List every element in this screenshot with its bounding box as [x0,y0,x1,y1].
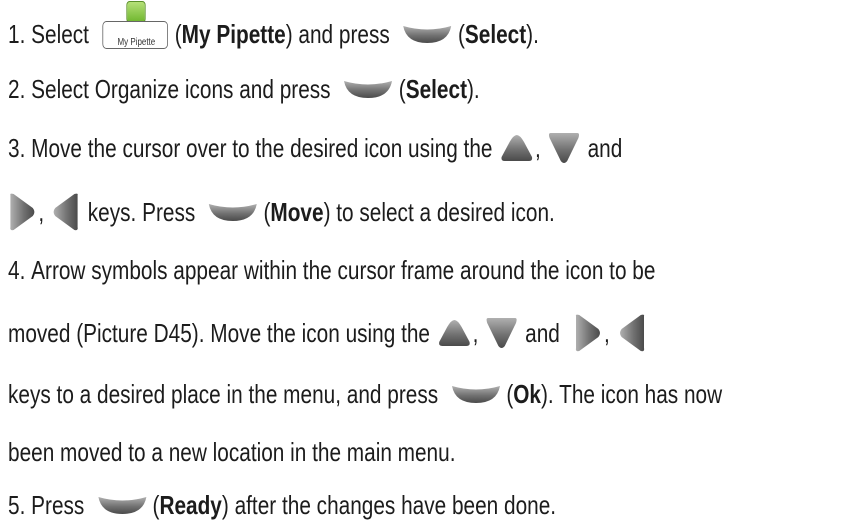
arrow-left-icon [53,193,79,231]
step-text: Select Organize icons and press [31,74,331,105]
step-text: Press [31,490,85,521]
step-text: ). The icon has now [541,379,723,410]
bold-term: Select [405,74,467,105]
separator: , [38,197,45,227]
step-number: 3. [8,133,26,164]
arrow-left-icon [619,314,644,352]
separator: , [472,318,479,348]
step-text: keys to a desired place in the menu, and… [8,379,439,410]
step-3-continued: , keys. Press (Move) to select a desired… [8,192,555,232]
softkey-icon [209,204,258,221]
step-number: 2. [8,74,26,105]
arrow-down-icon [486,318,517,348]
step-text: moved (Picture D45). Move the icon using… [8,318,430,348]
instruction-document: 1. Select My Pipette (My Pipette) and pr… [0,0,722,522]
step-4-continued: moved (Picture D45). Move the icon using… [8,313,648,353]
bold-term: Ready [159,490,222,521]
step-text: been moved to a new location in the main… [8,437,456,468]
softkey-icon [403,26,452,44]
step-4-continued: been moved to a new location in the main… [8,435,455,467]
app-glyph-icon [126,1,146,23]
step-text: Arrow symbols appear within the cursor f… [31,255,656,286]
step-text: and [587,133,623,164]
step-text: keys. Press [87,197,196,227]
arrow-up-icon [501,135,532,162]
step-text: ) to select a desired icon. [323,197,555,227]
step-1: 1. Select My Pipette (My Pipette) and pr… [8,1,539,50]
softkey-icon [98,497,147,515]
app-caption: My Pipette [117,37,156,48]
step-number: 4. [8,255,26,286]
step-4-continued: keys to a desired place in the menu, and… [8,377,722,409]
step-4: 4. Arrow symbols appear within the curso… [8,253,655,285]
step-number: 1. [8,19,26,50]
arrow-up-icon [438,320,470,346]
step-3: 3. Move the cursor over to the desired i… [8,131,622,165]
bold-term: Ok [513,379,541,410]
paren: ( [263,197,271,227]
step-text: Move the cursor over to the desired icon… [31,133,493,164]
my-pipette-app-icon: My Pipette [102,1,170,49]
arrow-right-icon [10,193,35,231]
step-text: ). [526,19,539,50]
step-text: and [525,318,560,348]
step-text: ). [467,74,480,105]
bold-term: Move [270,197,324,227]
step-text: ) and press [285,19,390,50]
arrow-right-icon [575,314,601,352]
bold-term: Select [464,19,527,50]
step-2: 2. Select Organize icons and press (Sele… [8,72,480,104]
step-number: 5. [8,490,26,521]
step-5: 5. Press (Ready) after the changes have … [8,488,556,520]
step-text: ) after the changes have been done. [221,490,557,521]
paren: ( [506,379,514,410]
softkey-icon [344,81,393,99]
arrow-down-icon [549,133,580,164]
separator: , [535,133,541,164]
separator: , [604,318,610,348]
softkey-icon [451,386,500,404]
bold-term: My Pipette [181,19,286,50]
step-text: Select [31,19,89,50]
